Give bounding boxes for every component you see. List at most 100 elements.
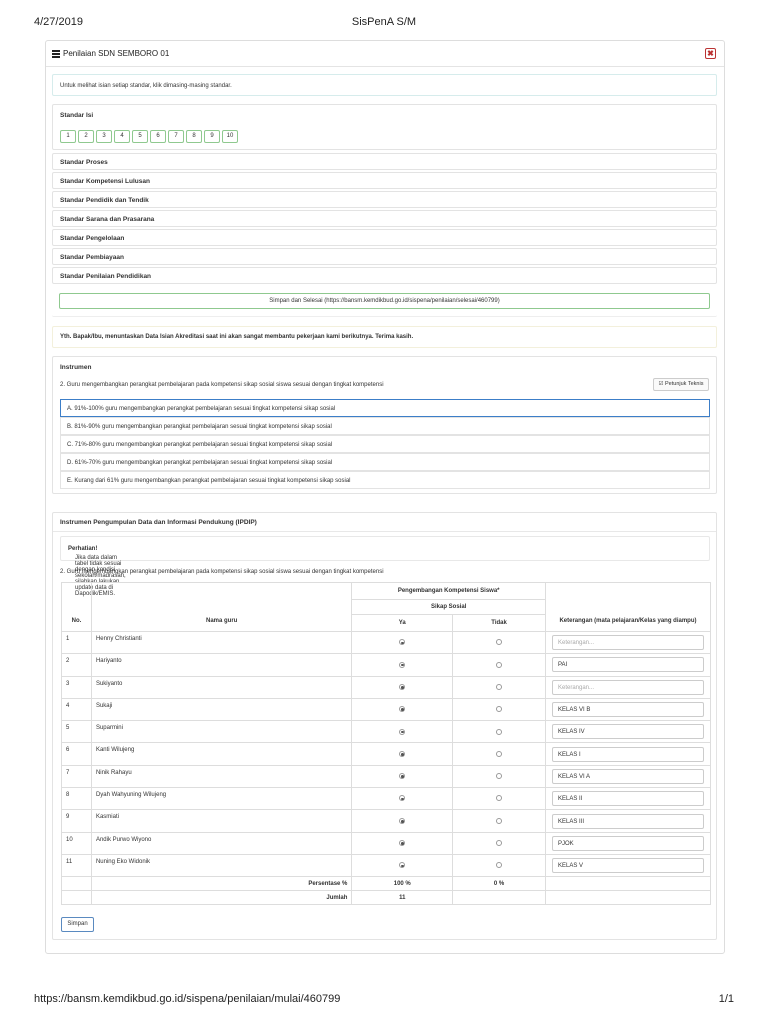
tidak-radio[interactable]	[496, 750, 503, 757]
table-row: 10 Andik Purwo Wiyono PJOK	[61, 831, 712, 855]
ya-radio[interactable]	[399, 750, 406, 757]
row-no: 11	[61, 853, 92, 878]
ya-radio[interactable]	[399, 840, 406, 847]
save-finish-panel: Simpan dan Selesai (https://bansm.kemdik…	[52, 287, 717, 317]
option-b[interactable]: B. 81%-90% guru mengembangkan perangkat …	[60, 417, 710, 435]
row-no: 7	[61, 764, 92, 789]
teacher-name: Suparmini	[90, 720, 353, 744]
tidak-radio[interactable]	[496, 728, 503, 735]
save-finish-link[interactable]: Simpan dan Selesai (https://bansm.kemdik…	[59, 293, 710, 309]
standar-sarana-prasarana[interactable]: Standar Sarana dan Prasarana	[52, 210, 717, 227]
keterangan-input[interactable]: Keterangan...	[551, 635, 704, 651]
keterangan-input[interactable]: KELAS VI B	[551, 702, 704, 718]
ya-radio[interactable]	[399, 683, 406, 690]
standard-label: Standar Sarana dan Prasarana	[60, 216, 155, 223]
row-no: 9	[61, 809, 92, 833]
ya-radio[interactable]	[399, 639, 406, 646]
tidak-radio[interactable]	[496, 840, 503, 847]
standar-pengelolaan[interactable]: Standar Pengelolaan	[52, 229, 717, 246]
tidak-radio[interactable]	[496, 639, 503, 646]
standar-penilaian-pendidikan[interactable]: Standar Penilaian Pendidikan	[52, 267, 717, 284]
keterangan-input[interactable]: Keterangan...	[551, 679, 704, 695]
tidak-radio[interactable]	[496, 683, 503, 690]
ya-radio[interactable]	[399, 817, 406, 824]
ya-radio[interactable]	[399, 795, 406, 802]
number-button-9[interactable]: 9	[204, 130, 220, 143]
tidak-radio[interactable]	[496, 773, 503, 780]
thanks-alert: Yth. Bapak/Ibu, menuntaskan Data Isian A…	[52, 326, 717, 348]
option-a[interactable]: A. 91%-100% guru mengembangkan perangkat…	[60, 399, 710, 417]
ipdip-heading: Instrumen Pengumpulan Data dan Informasi…	[60, 519, 257, 526]
row-no: 1	[61, 630, 92, 655]
standar-isi-number-list: 1 2 3 4 5 6 7 8 9 10	[60, 130, 238, 143]
ya-radio[interactable]	[399, 773, 406, 780]
panel-header: Penilaian SDN SEMBORO 01 ✖	[46, 41, 724, 67]
standar-pendidik-tendik[interactable]: Standar Pendidik dan Tendik	[52, 191, 717, 208]
keterangan-input[interactable]: KELAS II	[551, 791, 704, 807]
info-text: Untuk melihat isian setiap standar, klik…	[60, 83, 232, 89]
pct-tidak: 0 %	[452, 876, 546, 892]
instrumen-panel: Instrumen 2. Guru mengembangkan perangka…	[52, 356, 717, 494]
keterangan-input[interactable]: PAI	[551, 657, 704, 673]
row-no: 6	[61, 742, 92, 766]
keterangan-input[interactable]: KELAS VI A	[551, 768, 704, 784]
thanks-text: Yth. Bapak/Ibu, menuntaskan Data Isian A…	[60, 334, 414, 340]
table-row: 1 Henny Christianti Keterangan...	[61, 630, 712, 655]
tidak-radio[interactable]	[496, 795, 503, 802]
number-button-1[interactable]: 1	[60, 130, 76, 143]
ya-radio[interactable]	[399, 661, 406, 668]
save-button[interactable]: Simpan	[61, 917, 94, 932]
print-header: 4/27/2019 SisPenA S/M	[34, 16, 734, 32]
warning-alert: Perhatian! Jika data dalam tabel tidak s…	[60, 536, 710, 597]
tidak-radio[interactable]	[496, 661, 503, 668]
keterangan-input[interactable]: KELAS III	[551, 813, 704, 829]
keterangan-input[interactable]: KELAS IV	[551, 724, 704, 740]
print-page: 1/1	[718, 993, 734, 1005]
standar-isi-panel[interactable]: Standar Isi 1 2 3 4 5 6 7 8 9 10	[52, 104, 717, 150]
ipdip-question: 2. Guru mengembangkan perangkat pembelaj…	[60, 569, 384, 575]
table-row: 7 Ninik Rahayu KELAS VI A	[61, 764, 712, 789]
col-no: No.	[61, 582, 92, 632]
number-button-7[interactable]: 7	[168, 130, 184, 143]
print-footer: https://bansm.kemdikbud.go.id/sispena/pe…	[34, 993, 734, 1009]
table-row: 9 Kasmiati KELAS III	[61, 809, 712, 833]
keterangan-input[interactable]: PJOK	[551, 835, 704, 851]
keterangan-input[interactable]: KELAS V	[551, 858, 704, 874]
ya-radio[interactable]	[399, 706, 406, 713]
number-button-10[interactable]: 10	[222, 130, 238, 143]
tidak-radio[interactable]	[496, 817, 503, 824]
row-no: 8	[61, 787, 92, 811]
number-button-6[interactable]: 6	[150, 130, 166, 143]
number-button-5[interactable]: 5	[132, 130, 148, 143]
teacher-name: Hariyanto	[90, 653, 353, 677]
standard-label: Standar Pembiayaan	[60, 254, 124, 261]
standard-label: Standar Proses	[60, 159, 108, 166]
print-title: SisPenA S/M	[351, 16, 417, 28]
standar-proses[interactable]: Standar Proses	[52, 153, 717, 170]
warning-text: Perhatian! Jika data dalam tabel tidak s…	[68, 546, 126, 597]
table-row: 6 Kanti Wilujeng KELAS I	[61, 742, 712, 766]
row-no: 3	[61, 675, 92, 699]
col-sub: Sikap Sosial	[351, 599, 546, 615]
tidak-radio[interactable]	[496, 862, 503, 869]
option-d[interactable]: D. 61%-70% guru mengembangkan perangkat …	[60, 453, 710, 471]
number-button-2[interactable]: 2	[78, 130, 94, 143]
panel-title: Penilaian SDN SEMBORO 01	[52, 49, 169, 58]
table-row: 8 Dyah Wahyuning Wilujeng KELAS II	[61, 787, 712, 811]
close-button[interactable]: ✖	[705, 48, 716, 59]
teacher-name: Ninik Rahayu	[90, 764, 353, 789]
standar-pembiayaan[interactable]: Standar Pembiayaan	[52, 248, 717, 265]
technical-guide-button[interactable]: ☑ Petunjuk Teknis	[653, 378, 709, 391]
col-tidak: Tidak	[452, 614, 546, 632]
option-e[interactable]: E. Kurang dari 61% guru mengembangkan pe…	[60, 471, 710, 489]
keterangan-input[interactable]: KELAS I	[551, 746, 704, 762]
heading-divider	[53, 531, 716, 532]
number-button-8[interactable]: 8	[186, 130, 202, 143]
tidak-radio[interactable]	[496, 706, 503, 713]
number-button-3[interactable]: 3	[96, 130, 112, 143]
standar-kompetensi-lulusan[interactable]: Standar Kompetensi Lulusan	[52, 172, 717, 189]
ya-radio[interactable]	[399, 728, 406, 735]
number-button-4[interactable]: 4	[114, 130, 130, 143]
ya-radio[interactable]	[399, 862, 406, 869]
option-c[interactable]: C. 71%-80% guru mengembangkan perangkat …	[60, 435, 710, 453]
